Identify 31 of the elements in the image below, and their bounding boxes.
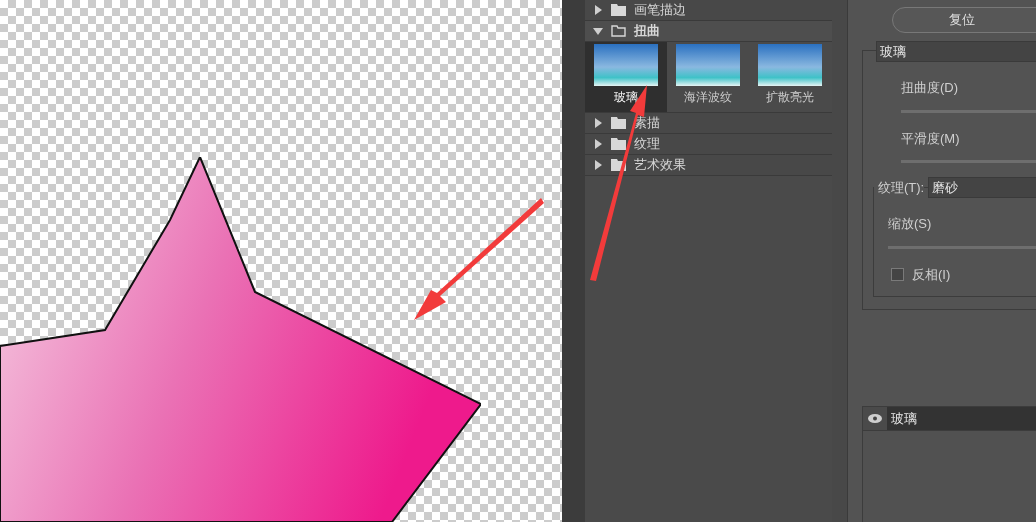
category-row[interactable]: 纹理 <box>585 134 832 155</box>
category-row[interactable]: 艺术效果 <box>585 155 832 176</box>
photo-placeholder <box>758 44 822 86</box>
folder-icon <box>611 138 626 150</box>
texture-select[interactable]: 磨砂 <box>928 177 1036 198</box>
slider-label: 平滑度(M) <box>901 129 961 148</box>
caret-right-icon[interactable] <box>593 118 603 128</box>
eye-icon[interactable] <box>868 414 882 423</box>
folder-icon <box>611 117 626 129</box>
slider-label: 缩放(S) <box>888 215 933 233</box>
filter-thumbnail-item[interactable]: 海洋波纹 <box>667 42 749 112</box>
photo-placeholder <box>676 44 740 86</box>
caret-right-icon[interactable] <box>593 139 603 149</box>
caret-right-icon[interactable] <box>593 160 603 170</box>
caret-right-icon[interactable] <box>593 5 603 15</box>
category-row[interactable]: 素描 <box>585 113 832 134</box>
category-row[interactable]: 扭曲 <box>585 21 832 42</box>
reset-button[interactable]: 复位 <box>892 7 1036 33</box>
filter-thumbnail-item[interactable]: 玻璃 <box>585 42 667 112</box>
folder-icon <box>611 4 626 16</box>
checkbox[interactable] <box>891 267 904 281</box>
category-row[interactable]: 画笔描边 <box>585 0 832 21</box>
layer-name: 玻璃 <box>887 407 1036 430</box>
photo-placeholder <box>594 44 658 86</box>
caret-down-icon[interactable] <box>593 26 603 36</box>
filter-thumbnail-item[interactable]: 扩散亮光 <box>749 42 831 112</box>
layer-row[interactable]: 玻璃 <box>863 407 1036 431</box>
folder-icon <box>611 25 626 37</box>
filter-select[interactable]: 玻璃 <box>876 41 1036 62</box>
checkbox-label: 反相(I) <box>912 265 951 284</box>
slider-label: 扭曲度(D) <box>901 79 960 97</box>
